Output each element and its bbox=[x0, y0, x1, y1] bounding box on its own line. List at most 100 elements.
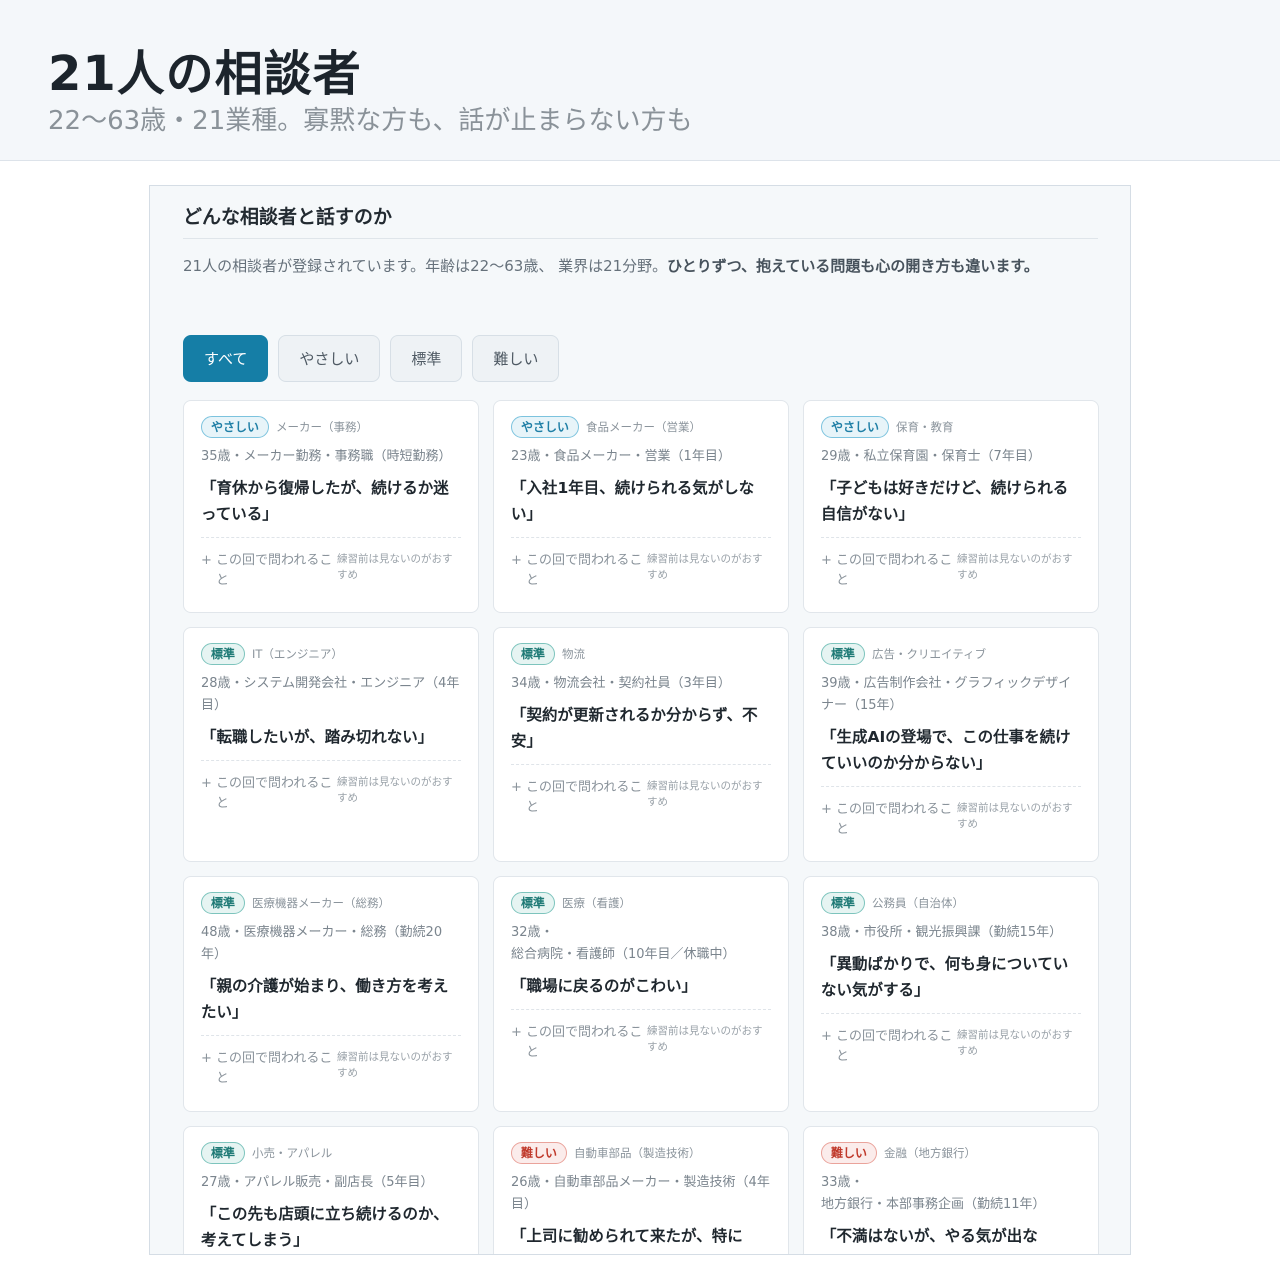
spoiler-note: 練習前は見ないのがおすすめ bbox=[957, 553, 1073, 581]
consultant-card[interactable]: 標準 IT（エンジニア） 28歳・システム開発会社・エンジニア（4年目） 「転職… bbox=[183, 627, 479, 862]
card-header: 標準 医療（看護） bbox=[511, 891, 771, 915]
plus-icon: + bbox=[511, 553, 522, 568]
card-footer: + この回で問われること 練習前は見ないのがおすすめ bbox=[511, 551, 771, 591]
panel-title: どんな相談者と話すのか bbox=[183, 206, 393, 228]
consultant-profile: 33歳・ 地方銀行・本部事務企画（勤続11年） bbox=[821, 1175, 1046, 1212]
page-subtitle: 22〜63歳・21業種。寡黙な方も、話が止まらない方も bbox=[48, 106, 693, 136]
card-header: 標準 物流 bbox=[511, 642, 771, 666]
card-footer: + この回で問われること 練習前は見ないのがおすすめ bbox=[201, 774, 461, 814]
consultant-quote: 「子どもは好きだけど、続けられる自信がない」 bbox=[821, 475, 1081, 538]
consultant-profile: 29歳・私立保育園・保育士（7年目） bbox=[821, 449, 1041, 464]
industry-label: 保育・教育 bbox=[896, 420, 954, 434]
consultant-card[interactable]: やさしい 食品メーカー（営業） 23歳・食品メーカー・営業（1年目） 「入社1年… bbox=[493, 400, 789, 613]
card-footer: + この回で問われること 練習前は見ないのがおすすめ bbox=[201, 1049, 461, 1089]
difficulty-badge: やさしい bbox=[511, 416, 580, 438]
consultant-card[interactable]: やさしい 保育・教育 29歳・私立保育園・保育士（7年目） 「子どもは好きだけど… bbox=[803, 400, 1099, 613]
asked-label: この回で問われること bbox=[525, 553, 643, 588]
spoiler-note: 練習前は見ないのがおすすめ bbox=[337, 776, 453, 804]
consultant-quote: 「転職したいが、踏み切れない」 bbox=[201, 724, 461, 761]
card-header: 標準 広告・クリエイティブ bbox=[821, 642, 1081, 666]
card-footer: + この回で問われること 練習前は見ないのがおすすめ bbox=[201, 551, 461, 591]
asked-label: この回で問われること bbox=[215, 776, 333, 811]
spoiler-note: 練習前は見ないのがおすすめ bbox=[337, 553, 453, 581]
filter-easy-button[interactable]: やさしい bbox=[278, 335, 381, 382]
consultant-profile: 38歳・市役所・観光振興課（勤続15年） bbox=[821, 925, 1063, 940]
card-header: 難しい 自動車部品（製造技術） bbox=[511, 1141, 771, 1165]
filter-all-button[interactable]: すべて bbox=[183, 335, 269, 382]
difficulty-badge: やさしい bbox=[821, 416, 890, 438]
asked-toggle[interactable]: + この回で問われること bbox=[511, 778, 647, 818]
card-header: やさしい 食品メーカー（営業） bbox=[511, 415, 771, 439]
consultant-profile: 39歳・広告制作会社・グラフィックデザイナー（15年） bbox=[821, 676, 1072, 713]
consultant-card[interactable]: 標準 広告・クリエイティブ 39歳・広告制作会社・グラフィックデザイナー（15年… bbox=[803, 627, 1099, 862]
industry-label: 食品メーカー（営業） bbox=[586, 420, 702, 434]
consultant-quote: 「生成AIの登場で、この仕事を続けていいのか分からない」 bbox=[821, 724, 1081, 787]
card-footer: + この回で問われること 練習前は見ないのがおすすめ bbox=[821, 551, 1081, 591]
consultant-profile: 27歳・アパレル販売・副店長（5年目） bbox=[201, 1175, 434, 1190]
asked-toggle[interactable]: + この回で問われること bbox=[511, 551, 647, 591]
card-header: 難しい 金融（地方銀行） bbox=[821, 1141, 1081, 1165]
consultant-quote: 「育休から復帰したが、続けるか迷っている」 bbox=[201, 475, 461, 538]
industry-label: 公務員（自治体） bbox=[872, 896, 965, 910]
difficulty-badge: 標準 bbox=[821, 892, 866, 914]
consultant-card[interactable]: 標準 公務員（自治体） 38歳・市役所・観光振興課（勤続15年） 「異動ばかりで… bbox=[803, 876, 1099, 1112]
consultant-card[interactable]: 難しい 金融（地方銀行） 33歳・ 地方銀行・本部事務企画（勤続11年） 「不満… bbox=[803, 1126, 1099, 1254]
spoiler-note: 練習前は見ないのがおすすめ bbox=[957, 802, 1073, 830]
asked-label: この回で問われること bbox=[525, 1025, 643, 1060]
industry-label: 金融（地方銀行） bbox=[884, 1146, 977, 1160]
consultant-profile: 35歳・メーカー勤務・事務職（時短勤務） bbox=[201, 449, 452, 464]
consultant-quote: 「不満はないが、やる気が出な bbox=[821, 1223, 1081, 1254]
industry-label: 自動車部品（製造技術） bbox=[574, 1146, 701, 1160]
industry-label: メーカー（事務） bbox=[276, 420, 369, 434]
plus-icon: + bbox=[201, 553, 212, 568]
consultant-profile: 26歳・自動車部品メーカー・製造技術（4年目） bbox=[511, 1175, 770, 1212]
consultant-profile: 34歳・物流会社・契約社員（3年目） bbox=[511, 676, 731, 691]
page-header: 21人の相談者 22〜63歳・21業種。寡黙な方も、話が止まらない方も bbox=[0, 0, 1280, 161]
consultant-card[interactable]: 標準 医療（看護） 32歳・ 総合病院・看護師（10年目／休職中） 「職場に戻る… bbox=[493, 876, 789, 1112]
consultant-card[interactable]: 標準 小売・アパレル 27歳・アパレル販売・副店長（5年目） 「この先も店頭に立… bbox=[183, 1126, 479, 1254]
asked-toggle[interactable]: + この回で問われること bbox=[201, 774, 337, 814]
plus-icon: + bbox=[511, 1025, 522, 1040]
difficulty-filter: すべて やさしい 標準 難しい bbox=[183, 335, 560, 382]
difficulty-badge: 標準 bbox=[511, 892, 556, 914]
asked-toggle[interactable]: + この回で問われること bbox=[821, 800, 957, 840]
intro-emphasis: ひとりずつ、抱えている問題も心の開き方も違います。 bbox=[667, 257, 1039, 275]
filter-standard-button[interactable]: 標準 bbox=[390, 335, 463, 382]
consultant-quote: 「上司に勧められて来たが、特に bbox=[511, 1223, 771, 1254]
asked-toggle[interactable]: + この回で問われること bbox=[821, 551, 957, 591]
consultant-card[interactable]: やさしい メーカー（事務） 35歳・メーカー勤務・事務職（時短勤務） 「育休から… bbox=[183, 400, 479, 613]
asked-toggle[interactable]: + この回で問われること bbox=[201, 551, 337, 591]
panel-intro: 21人の相談者が登録されています。年齢は22〜63歳、 業界は21分野。ひとりず… bbox=[183, 252, 1088, 280]
consultant-quote: 「契約が更新されるか分からず、不安」 bbox=[511, 702, 771, 765]
consultant-profile: 23歳・食品メーカー・営業（1年目） bbox=[511, 449, 731, 464]
card-header: やさしい メーカー（事務） bbox=[201, 415, 461, 439]
card-header: 標準 IT（エンジニア） bbox=[201, 642, 461, 666]
difficulty-badge: 標準 bbox=[511, 643, 556, 665]
asked-label: この回で問われること bbox=[835, 802, 953, 837]
consultant-card[interactable]: 難しい 自動車部品（製造技術） 26歳・自動車部品メーカー・製造技術（4年目） … bbox=[493, 1126, 789, 1254]
industry-label: 小売・アパレル bbox=[252, 1146, 333, 1160]
consultant-quote: 「職場に戻るのがこわい」 bbox=[511, 973, 771, 1010]
plus-icon: + bbox=[821, 1029, 832, 1044]
plus-icon: + bbox=[201, 1051, 212, 1066]
card-footer: + この回で問われること 練習前は見ないのがおすすめ bbox=[511, 1023, 771, 1063]
difficulty-badge: 標準 bbox=[201, 1142, 246, 1164]
difficulty-badge: 難しい bbox=[511, 1142, 568, 1164]
asked-toggle[interactable]: + この回で問われること bbox=[821, 1027, 957, 1067]
spoiler-note: 練習前は見ないのがおすすめ bbox=[647, 553, 763, 581]
plus-icon: + bbox=[511, 780, 522, 795]
consultant-card[interactable]: 標準 物流 34歳・物流会社・契約社員（3年目） 「契約が更新されるか分からず、… bbox=[493, 627, 789, 862]
consultant-card[interactable]: 標準 医療機器メーカー（総務） 48歳・医療機器メーカー・総務（勤続20年） 「… bbox=[183, 876, 479, 1112]
card-header: 標準 小売・アパレル bbox=[201, 1141, 461, 1165]
asked-toggle[interactable]: + この回で問われること bbox=[201, 1049, 337, 1089]
industry-label: 医療機器メーカー（総務） bbox=[252, 896, 391, 910]
spoiler-note: 練習前は見ないのがおすすめ bbox=[647, 1025, 763, 1053]
card-footer: + この回で問われること 練習前は見ないのがおすすめ bbox=[821, 1027, 1081, 1067]
industry-label: 医療（看護） bbox=[562, 896, 632, 910]
asked-toggle[interactable]: + この回で問われること bbox=[511, 1023, 647, 1063]
consultant-profile: 28歳・システム開発会社・エンジニア（4年目） bbox=[201, 676, 460, 713]
asked-label: この回で問われること bbox=[215, 1051, 333, 1086]
filter-hard-button[interactable]: 難しい bbox=[472, 335, 560, 382]
industry-label: IT（エンジニア） bbox=[252, 647, 343, 661]
difficulty-badge: 標準 bbox=[821, 643, 866, 665]
